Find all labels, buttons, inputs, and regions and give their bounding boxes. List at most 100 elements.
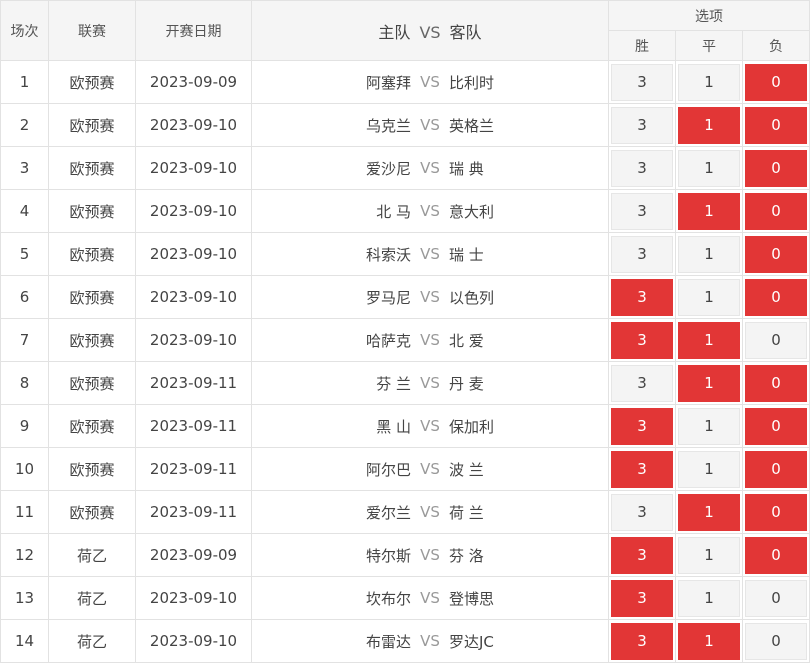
away-team: 荷 兰 <box>449 503 484 522</box>
match-date: 2023-09-10 <box>135 103 252 147</box>
league-name: 欧预赛 <box>48 189 136 233</box>
option-draw-cell: 1 <box>675 275 743 319</box>
option-win-cell: 3 <box>608 533 676 577</box>
teams-wrap: 科索沃 VS 瑞 士 <box>253 244 608 265</box>
option-lose-button[interactable]: 0 <box>745 192 808 230</box>
option-lose-button[interactable]: 0 <box>745 364 808 402</box>
option-draw-button[interactable]: 1 <box>678 235 740 273</box>
option-lose-cell: 0 <box>741 490 810 534</box>
away-team: 瑞 典 <box>449 159 484 178</box>
option-win-button[interactable]: 3 <box>611 450 673 488</box>
option-lose-button[interactable]: 0 <box>745 536 808 574</box>
match-index: 14 <box>0 619 49 663</box>
option-win-button[interactable]: 3 <box>611 407 673 445</box>
option-lose-button[interactable]: 0 <box>745 407 808 445</box>
match-teams: 坎布尔 VS 登博思 <box>251 576 609 620</box>
vs-label: VS <box>420 159 440 177</box>
match-index: 11 <box>0 490 49 534</box>
option-draw-button[interactable]: 1 <box>678 321 740 359</box>
vs-label: VS <box>420 546 440 564</box>
header-away: 客队 <box>449 22 482 42</box>
match-teams: 乌克兰 VS 英格兰 <box>251 103 609 147</box>
league-name: 荷乙 <box>48 533 136 577</box>
option-draw-cell: 1 <box>675 576 743 620</box>
match-date: 2023-09-11 <box>135 490 252 534</box>
option-win-button[interactable]: 3 <box>611 63 673 101</box>
option-lose-button[interactable]: 0 <box>745 235 808 273</box>
away-team: 意大利 <box>449 202 495 221</box>
teams-wrap: 北 马 VS 意大利 <box>253 201 608 222</box>
option-win-cell: 3 <box>608 60 676 104</box>
match-date: 2023-09-10 <box>135 189 252 233</box>
option-draw-button[interactable]: 1 <box>678 278 740 316</box>
away-team: 罗达JC <box>449 632 494 651</box>
option-draw-button[interactable]: 1 <box>678 407 740 445</box>
option-draw-button[interactable]: 1 <box>678 63 740 101</box>
option-win-button[interactable]: 3 <box>611 278 673 316</box>
league-name: 欧预赛 <box>48 103 136 147</box>
match-date: 2023-09-10 <box>135 318 252 362</box>
option-draw-cell: 1 <box>675 103 743 147</box>
option-draw-button[interactable]: 1 <box>678 364 740 402</box>
option-win-button[interactable]: 3 <box>611 536 673 574</box>
home-team: 北 马 <box>376 202 411 221</box>
option-win-button[interactable]: 3 <box>611 321 673 359</box>
option-lose-cell: 0 <box>741 103 810 147</box>
header-date: 开赛日期 <box>135 0 252 61</box>
option-lose-button[interactable]: 0 <box>745 106 808 144</box>
option-win-cell: 3 <box>608 490 676 534</box>
option-draw-button[interactable]: 1 <box>678 450 740 488</box>
option-win-cell: 3 <box>608 318 676 362</box>
option-draw-button[interactable]: 1 <box>678 106 740 144</box>
option-draw-cell: 1 <box>675 318 743 362</box>
option-win-button[interactable]: 3 <box>611 149 673 187</box>
option-draw-cell: 1 <box>675 490 743 534</box>
option-draw-button[interactable]: 1 <box>678 192 740 230</box>
match-index: 5 <box>0 232 49 276</box>
option-win-cell: 3 <box>608 404 676 448</box>
match-teams: 哈萨克 VS 北 爱 <box>251 318 609 362</box>
option-draw-cell: 1 <box>675 533 743 577</box>
option-lose-button[interactable]: 0 <box>745 63 808 101</box>
match-teams: 阿尔巴 VS 波 兰 <box>251 447 609 491</box>
option-win-button[interactable]: 3 <box>611 579 673 617</box>
home-team: 特尔斯 <box>365 546 411 565</box>
option-lose-cell: 0 <box>741 275 810 319</box>
option-win-cell: 3 <box>608 275 676 319</box>
vs-label: VS <box>420 632 440 650</box>
match-date: 2023-09-11 <box>135 404 252 448</box>
option-win-button[interactable]: 3 <box>611 364 673 402</box>
option-win-button[interactable]: 3 <box>611 106 673 144</box>
option-lose-button[interactable]: 0 <box>745 149 808 187</box>
header-opt-lose: 负 <box>741 30 810 61</box>
option-draw-button[interactable]: 1 <box>678 536 740 574</box>
option-lose-cell: 0 <box>741 447 810 491</box>
table-row: 3 欧预赛 2023-09-10 爱沙尼 VS 瑞 典310 <box>0 146 810 190</box>
option-lose-button[interactable]: 0 <box>745 278 808 316</box>
option-lose-button[interactable]: 0 <box>745 579 808 617</box>
option-draw-button[interactable]: 1 <box>678 579 740 617</box>
option-lose-button[interactable]: 0 <box>745 450 808 488</box>
option-draw-button[interactable]: 1 <box>678 622 740 660</box>
option-win-button[interactable]: 3 <box>611 622 673 660</box>
teams-wrap: 爱尔兰 VS 荷 兰 <box>253 502 608 523</box>
option-lose-button[interactable]: 0 <box>745 321 808 359</box>
option-lose-button[interactable]: 0 <box>745 622 808 660</box>
match-date: 2023-09-10 <box>135 146 252 190</box>
teams-wrap: 阿塞拜 VS 比利时 <box>253 72 608 93</box>
option-win-button[interactable]: 3 <box>611 192 673 230</box>
option-win-button[interactable]: 3 <box>611 493 673 531</box>
home-team: 乌克兰 <box>365 116 411 135</box>
option-win-cell: 3 <box>608 619 676 663</box>
option-win-button[interactable]: 3 <box>611 235 673 273</box>
home-team: 阿塞拜 <box>365 73 411 92</box>
teams-wrap: 乌克兰 VS 英格兰 <box>253 115 608 136</box>
option-draw-button[interactable]: 1 <box>678 493 740 531</box>
option-lose-button[interactable]: 0 <box>745 493 808 531</box>
option-lose-cell: 0 <box>741 619 810 663</box>
match-index: 9 <box>0 404 49 448</box>
option-draw-button[interactable]: 1 <box>678 149 740 187</box>
match-date: 2023-09-11 <box>135 447 252 491</box>
option-win-cell: 3 <box>608 447 676 491</box>
option-draw-cell: 1 <box>675 361 743 405</box>
